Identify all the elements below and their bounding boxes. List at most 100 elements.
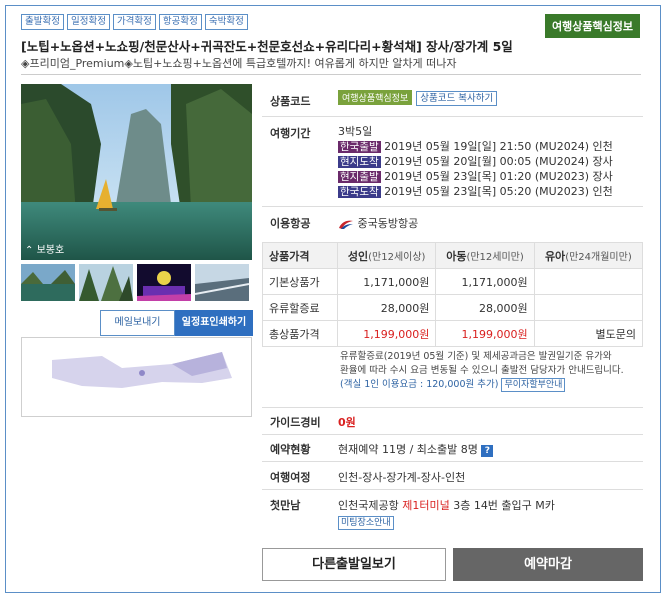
price-header-child-text: 아동 — [446, 249, 467, 263]
fuel-surcharge-note: 유류할증료(2019년 05월 기준) 및 제세공과금은 발권일기준 유가와 환… — [340, 350, 640, 392]
row-label: 총상품가격 — [262, 320, 338, 347]
adult-price: 1,171,000원 — [336, 268, 437, 295]
product-subtitle: ◈프리미엄_Premium◈노팁+노쇼핑+노옵션에 특급호텔까지! 여유롭게 하… — [21, 57, 457, 70]
thumbnail-1[interactable] — [21, 264, 75, 301]
price-header-adult-text: 성인 — [347, 249, 369, 263]
meeting-location: 인천국제공항 제1터미널 3층 14번 출입구 M카 — [338, 497, 638, 513]
product-code-badge: 여행상품핵심정보 — [338, 90, 413, 105]
product-title: [노팁+노옵션+노쇼핑/천문산사+귀곡잔도+천문호선쇼+유리다리+황석채] 장사… — [21, 39, 513, 54]
price-header-adult-age: (만12세이상) — [368, 251, 426, 263]
price-header-label: 상품가격 — [262, 242, 338, 269]
child-total-price: 1,199,000원 — [435, 320, 535, 347]
guide-fee-label: 가이드경비 — [270, 416, 321, 429]
row-divider — [262, 434, 643, 435]
thumbnail-2[interactable] — [79, 264, 133, 301]
route-value: 인천-장사-장가계-장사-인천 — [338, 471, 466, 484]
meeting-value: 인천국제공항 제1터미널 3층 14번 출입구 M카 미팅장소안내 — [338, 497, 638, 530]
period-label: 여행기간 — [270, 127, 311, 140]
product-code-row: 상품코드 여행상품핵심정보 상품코드 복사하기 — [262, 90, 643, 110]
meeting-terminal: 제1터미널 — [402, 499, 450, 512]
tag-hotel-confirmed: 숙박확정 — [204, 14, 248, 30]
airline-label: 이용항공 — [270, 217, 311, 230]
meeting-location-post: 3층 14번 출입구 M카 — [449, 499, 555, 512]
reservation-label: 예약현황 — [270, 443, 311, 456]
price-header-adult: 성인(만12세이상) — [336, 242, 437, 269]
product-code-label: 상품코드 — [270, 95, 311, 108]
map-image — [22, 338, 251, 416]
note-line-1: 유류할증료(2019년 05월 기준) 및 제세공과금은 발권일기준 유가와 — [340, 351, 612, 362]
schedule-badge: 한국출발 — [338, 141, 381, 153]
core-info-button[interactable]: 여행상품핵심정보 — [545, 14, 640, 38]
schedule-local-arrive: 현지도착 2019년 05월 20일[월] 00:05 (MU2024) 장사 — [338, 154, 613, 169]
airline-name: 중국동방항공 — [357, 217, 419, 230]
row-divider — [262, 116, 643, 117]
guide-fee-value: 0원 — [338, 416, 356, 429]
route-label: 여행여정 — [270, 471, 311, 484]
price-header-child-age: (만12세미만) — [466, 251, 524, 263]
schedule-text: 2019년 05월 20일[월] 00:05 (MU2024) 장사 — [384, 155, 613, 168]
price-header-child: 아동(만12세미만) — [435, 242, 535, 269]
row-divider — [262, 407, 643, 408]
adult-price: 28,000원 — [336, 294, 437, 321]
installment-info-button[interactable]: 무이자할부안내 — [501, 378, 566, 392]
table-row: 총상품가격 1,199,000원 1,199,000원 별도문의 — [262, 320, 644, 347]
infant-total-price: 별도문의 — [533, 320, 644, 347]
schedule-text: 2019년 05월 23일[목] 05:20 (MU2023) 인천 — [384, 185, 613, 198]
divider — [21, 74, 641, 75]
reservation-value: 현재예약 11명 / 최소출발 8명 ? — [338, 441, 494, 457]
product-code-value: 여행상품핵심정보 상품코드 복사하기 — [338, 90, 498, 106]
row-divider — [262, 206, 643, 207]
price-header-infant-text: 유아 — [544, 249, 566, 263]
period-duration: 3박5일 — [338, 125, 373, 138]
photo-caption-text: 보봉호 — [36, 245, 65, 256]
photo-caption: ⌃ 보봉호 — [25, 245, 65, 256]
note-line-2: 환율에 따라 수시 요금 변동될 수 있으니 출발전 담당자가 안내드립니다. — [340, 365, 624, 376]
thumbnail-4[interactable] — [195, 264, 249, 301]
infant-price — [533, 268, 644, 295]
infant-price — [533, 294, 644, 321]
copy-code-button[interactable]: 상품코드 복사하기 — [416, 91, 498, 106]
row-label: 기본상품가 — [262, 268, 338, 295]
meeting-location-pre: 인천국제공항 — [338, 499, 403, 512]
tag-schedule-confirmed: 일정확정 — [66, 14, 110, 30]
schedule-text: 2019년 05월 19일[일] 21:50 (MU2024) 인천 — [384, 140, 613, 153]
price-header-infant: 유아(만24개월미만) — [533, 242, 644, 269]
period-values: 3박5일 한국출발 2019년 05월 19일[일] 21:50 (MU2024… — [338, 124, 613, 199]
thumbnail-strip — [21, 264, 249, 301]
child-price: 28,000원 — [435, 294, 535, 321]
adult-total-price: 1,199,000원 — [336, 320, 437, 347]
reservation-text: 현재예약 11명 / 최소출발 8명 — [338, 443, 478, 456]
child-price: 1,171,000원 — [435, 268, 535, 295]
meeting-label: 첫만남 — [270, 499, 301, 512]
row-divider — [262, 489, 643, 490]
main-photo[interactable]: ⌃ 보봉호 — [21, 84, 252, 260]
schedule-korea-arrive: 한국도착 2019년 05월 23일[목] 05:20 (MU2023) 인천 — [338, 184, 613, 199]
price-table: 상품가격 성인(만12세이상) 아동(만12세미만) 유아(만24개월미만) 기… — [262, 242, 644, 347]
other-dates-button[interactable]: 다른출발일보기 — [262, 548, 446, 581]
schedule-badge: 현지도착 — [338, 156, 381, 168]
action-buttons: 메일보내기 일정표인쇄하기 — [100, 310, 253, 336]
meeting-place-button[interactable]: 미팅장소안내 — [338, 516, 394, 530]
single-room-text: (객실 1인 이용요금 : 120,000원 추가) — [340, 379, 499, 390]
price-header-infant-age: (만24개월미만) — [565, 251, 632, 263]
status-tags: 출발확정 일정확정 가격확정 항공확정 숙박확정 — [21, 14, 248, 30]
airline-logo-icon — [339, 220, 353, 229]
schedule-text: 2019년 05월 23일[목] 01:20 (MU2023) 장사 — [384, 170, 613, 183]
send-mail-button[interactable]: 메일보내기 — [100, 310, 175, 336]
airline-value: 중국동방항공 — [338, 215, 418, 231]
reservation-closed-button[interactable]: 예약마감 — [453, 548, 643, 581]
thumbnail-3[interactable] — [137, 264, 191, 301]
tag-price-confirmed: 가격확정 — [112, 14, 156, 30]
schedule-korea-depart: 한국출발 2019년 05월 19일[일] 21:50 (MU2024) 인천 — [338, 139, 613, 154]
table-row: 유류할증료 28,000원 28,000원 — [262, 294, 644, 321]
tag-departure-confirmed: 출발확정 — [21, 14, 64, 30]
help-icon[interactable]: ? — [481, 445, 494, 457]
price-table-header: 상품가격 성인(만12세이상) 아동(만12세미만) 유아(만24개월미만) — [262, 242, 644, 269]
row-divider — [262, 461, 643, 462]
landscape-image — [21, 84, 252, 260]
tag-flight-confirmed: 항공확정 — [158, 14, 202, 30]
print-itinerary-button[interactable]: 일정표인쇄하기 — [175, 310, 253, 336]
schedule-badge: 현지출발 — [338, 171, 381, 183]
table-row: 기본상품가 1,171,000원 1,171,000원 — [262, 268, 644, 295]
qr-image-box — [21, 337, 252, 417]
